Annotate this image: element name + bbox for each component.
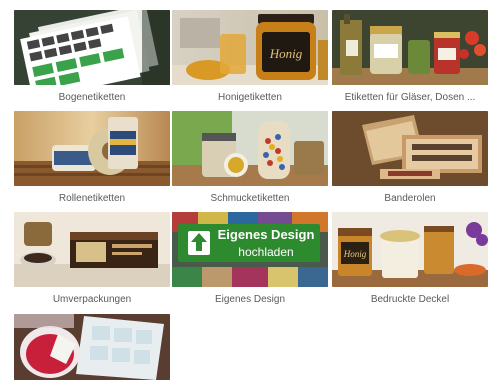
honey-jar-image[interactable]: Honig (172, 10, 328, 85)
tile-label[interactable]: Bogenetiketten (14, 92, 170, 103)
tile-label[interactable]: Banderolen (332, 193, 488, 204)
honig-lid-text: Honig (343, 249, 367, 259)
tile-eigenes-design[interactable]: Eigenes Design hochladen Eigenes Design (172, 212, 328, 305)
upload-arrow-icon (188, 231, 210, 255)
jars-and-bottles-image[interactable] (332, 10, 488, 85)
tile-bogenetiketten[interactable]: Bogenetiketten (14, 10, 170, 103)
tile-tea-labels[interactable] (14, 314, 170, 380)
tile-umverpackungen[interactable]: Umverpackungen (14, 212, 170, 305)
tile-label[interactable]: Rollenetiketten (14, 193, 170, 204)
tile-label[interactable]: Schmucketiketten (172, 193, 328, 204)
honig-jar-text: Honig (269, 46, 303, 61)
upload-design-cta[interactable]: Eigenes Design hochladen (178, 224, 320, 262)
cta-title: Eigenes Design (217, 227, 315, 242)
tile-honigetiketten[interactable]: Honig Honigetiketten (172, 10, 328, 103)
tile-label[interactable]: Umverpackungen (14, 294, 170, 305)
upload-design-image[interactable]: Eigenes Design hochladen (172, 212, 328, 287)
outer-packaging-image[interactable] (14, 212, 170, 287)
cta-subtitle: hochladen (238, 245, 294, 259)
product-category-grid: Bogenetiketten Honig Honigetiketten Etik… (0, 0, 493, 383)
tile-bedruckte-deckel[interactable]: Honig Bedruckte Deckel (332, 212, 488, 305)
printed-lids-image[interactable]: Honig (332, 212, 488, 287)
tile-banderolen[interactable]: Banderolen (332, 111, 488, 204)
tile-label[interactable]: Etiketten für Gläser, Dosen ... (332, 92, 488, 103)
tile-schmucketiketten[interactable]: Schmucketiketten (172, 111, 328, 204)
banderole-box-image[interactable] (332, 111, 488, 186)
tile-label[interactable]: Bedruckte Deckel (332, 294, 488, 305)
decorated-jars-image[interactable] (172, 111, 328, 186)
label-rolls-image[interactable] (14, 111, 170, 186)
tile-rollenetiketten[interactable]: Rollenetiketten (14, 111, 170, 204)
tea-labels-image[interactable] (14, 314, 170, 380)
tile-etiketten-glaeser[interactable]: Etiketten für Gläser, Dosen ... (332, 10, 488, 103)
tile-label[interactable]: Honigetiketten (172, 92, 328, 103)
tile-label[interactable]: Eigenes Design (172, 294, 328, 305)
sticker-sheets-image[interactable] (14, 10, 170, 85)
